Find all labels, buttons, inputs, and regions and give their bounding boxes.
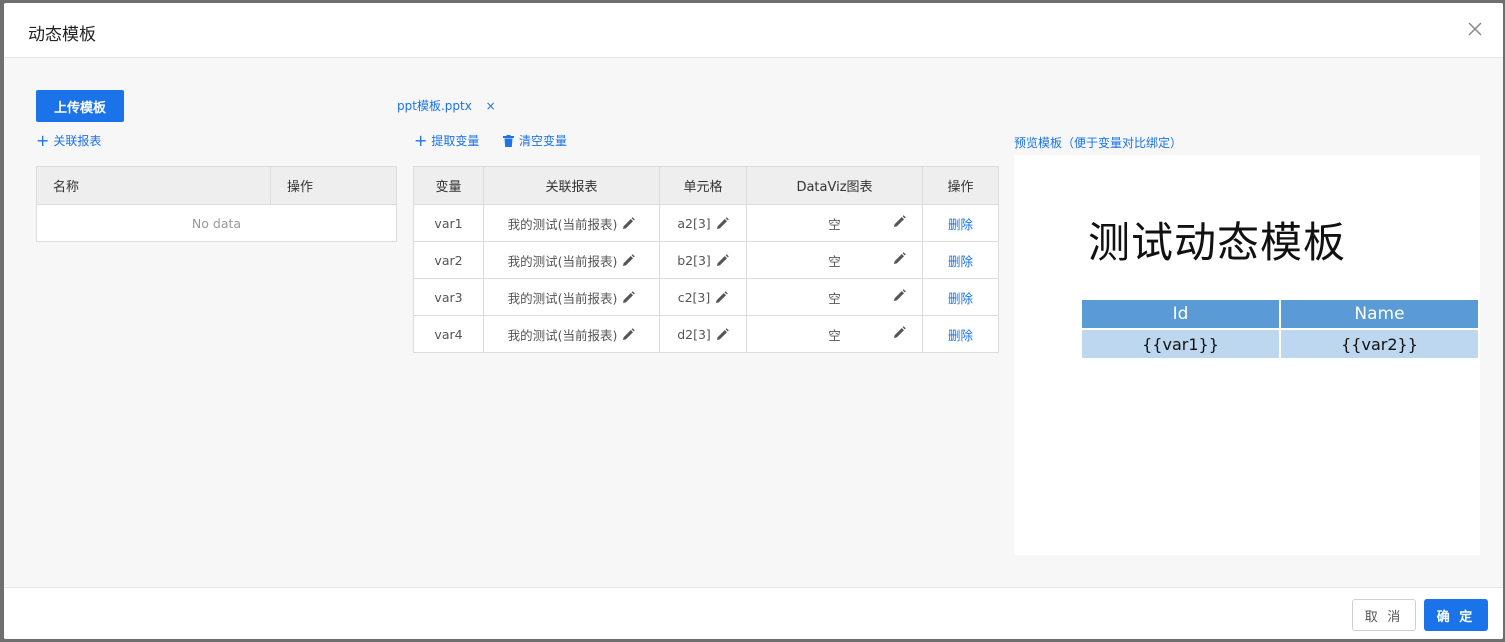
file-name-link[interactable]: ppt模板.pptx — [397, 99, 472, 113]
empty-state: No data — [36, 204, 397, 242]
edit-pencil-icon[interactable] — [716, 253, 729, 267]
edit-pencil-icon[interactable] — [622, 290, 636, 304]
preview-label: 预览模板（便于变量对比绑定） — [1014, 136, 1183, 150]
cell-value: c2[3] — [677, 289, 711, 305]
close-button[interactable] — [1465, 19, 1485, 39]
extract-variables-button[interactable]: + 提取变量 — [414, 132, 479, 149]
cell-value: a2[3] — [677, 215, 711, 231]
clear-variables-label: 清空变量 — [519, 134, 568, 148]
uploaded-file-chip: ppt模板.pptx × — [397, 97, 496, 114]
template-preview: 测试动态模板 Id Name {{var1}} {{var2}} — [1014, 155, 1480, 555]
edit-pencil-icon[interactable] — [893, 326, 906, 339]
slide-cell-var1: {{var1}} — [1082, 330, 1279, 358]
slide-header-id: Id — [1082, 300, 1279, 328]
remove-file-icon[interactable]: × — [486, 99, 496, 113]
dialog-footer: 取 消 确 定 — [4, 587, 1503, 639]
column-header-variable: 变量 — [413, 166, 484, 205]
column-header-name: 名称 — [36, 166, 271, 205]
clear-variables-button[interactable]: 清空变量 — [503, 132, 567, 149]
column-header-action: 操作 — [270, 166, 397, 205]
edit-pencil-icon[interactable] — [622, 327, 636, 341]
extract-variables-label: 提取变量 — [431, 134, 480, 148]
cell-value: d2[3] — [677, 326, 711, 342]
dataviz-value: 空 — [828, 253, 841, 269]
slide-table: Id Name {{var1}} {{var2}} — [1080, 298, 1480, 360]
column-header-dataviz: DataViz图表 — [746, 166, 923, 205]
edit-pencil-icon[interactable] — [893, 289, 906, 302]
table-row: var3 我的测试(当前报表) c2[3] 空 删除 — [413, 278, 999, 316]
table-row: var2 我的测试(当前报表) b2[3] 空 删除 — [413, 241, 999, 279]
associate-report-button[interactable]: + 关联报表 — [36, 132, 101, 149]
variable-cell: var2 — [413, 241, 484, 279]
dataviz-value: 空 — [828, 290, 841, 306]
dialog-header: 动态模板 — [4, 3, 1503, 58]
report-value: 我的测试(当前报表) — [507, 327, 618, 343]
table-row: var1 我的测试(当前报表) a2[3] 空 删除 — [413, 204, 999, 242]
cancel-button[interactable]: 取 消 — [1352, 599, 1416, 631]
edit-pencil-icon[interactable] — [893, 215, 906, 228]
dynamic-template-dialog: 动态模板 上传模板 ppt模板.pptx × + 关联报表 + 提取变量 清空变… — [4, 3, 1503, 639]
column-header-operation: 操作 — [922, 166, 999, 205]
variable-cell: var3 — [413, 278, 484, 316]
dataviz-value: 空 — [828, 327, 841, 343]
dialog-title: 动态模板 — [28, 25, 96, 45]
delete-link[interactable]: 删除 — [948, 291, 973, 306]
edit-pencil-icon[interactable] — [622, 216, 636, 230]
report-value: 我的测试(当前报表) — [507, 253, 618, 269]
variable-cell: var1 — [413, 204, 484, 242]
slide-cell-var2: {{var2}} — [1281, 330, 1478, 358]
trash-icon — [503, 134, 514, 147]
confirm-button[interactable]: 确 定 — [1424, 599, 1488, 631]
edit-pencil-icon[interactable] — [622, 253, 636, 267]
cell-value: b2[3] — [677, 252, 711, 268]
edit-pencil-icon[interactable] — [716, 327, 729, 341]
report-value: 我的测试(当前报表) — [507, 216, 618, 232]
plus-icon: + — [36, 130, 50, 150]
dataviz-value: 空 — [828, 216, 841, 232]
edit-pencil-icon[interactable] — [716, 216, 729, 230]
upload-template-button[interactable]: 上传模板 — [36, 90, 124, 122]
report-value: 我的测试(当前报表) — [507, 290, 618, 306]
dialog-body: 上传模板 ppt模板.pptx × + 关联报表 + 提取变量 清空变量 预览模… — [4, 58, 1503, 588]
table-row: var4 我的测试(当前报表) d2[3] 空 删除 — [413, 315, 999, 353]
edit-pencil-icon[interactable] — [715, 290, 729, 304]
delete-link[interactable]: 删除 — [948, 254, 973, 269]
report-table: 名称 操作 No data — [36, 166, 397, 242]
delete-link[interactable]: 删除 — [948, 217, 973, 232]
delete-link[interactable]: 删除 — [948, 328, 973, 343]
close-icon — [1468, 22, 1482, 36]
slide-header-name: Name — [1281, 300, 1478, 328]
variables-table: 变量 关联报表 单元格 DataViz图表 操作 var1 我的测试(当前报表)… — [413, 166, 999, 353]
associate-report-label: 关联报表 — [53, 134, 102, 148]
plus-icon: + — [414, 130, 428, 150]
column-header-report: 关联报表 — [483, 166, 660, 205]
variable-cell: var4 — [413, 315, 484, 353]
edit-pencil-icon[interactable] — [893, 252, 906, 265]
column-header-cell: 单元格 — [659, 166, 747, 205]
slide-title: 测试动态模板 — [1088, 218, 1347, 267]
